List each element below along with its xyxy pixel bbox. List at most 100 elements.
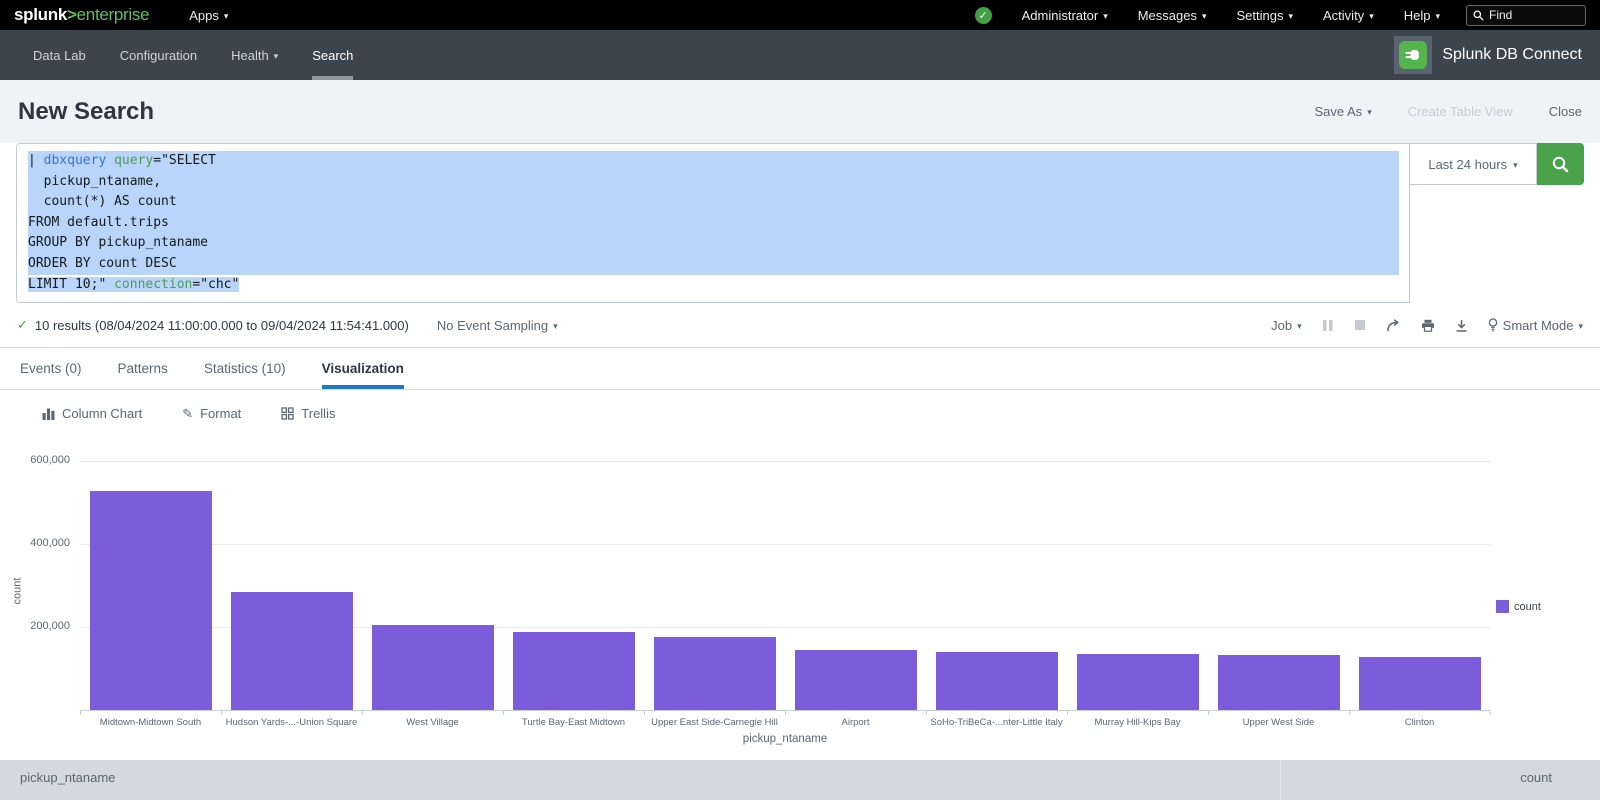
x-axis-category-label: SoHo-TriBeCa-...nter-Little Italy — [926, 717, 1067, 728]
tab-label: Statistics (10) — [204, 361, 286, 376]
run-search-button[interactable] — [1537, 143, 1584, 185]
search-query[interactable]: | dbxquery query="SELECT pickup_ntaname,… — [16, 143, 1410, 303]
chart-type-button[interactable]: Column Chart — [42, 406, 142, 421]
column-chart-icon — [42, 408, 55, 420]
export-download-button[interactable] — [1455, 319, 1468, 332]
x-axis-tick — [785, 711, 786, 715]
help-menu-label: Help — [1404, 8, 1431, 23]
close-label: Close — [1549, 104, 1582, 119]
y-axis-tick-label: 400,000 — [0, 537, 70, 549]
chart-bar[interactable] — [795, 650, 917, 710]
x-axis-tick — [1349, 711, 1350, 715]
x-axis-tick — [221, 711, 222, 715]
health-status-icon[interactable]: ✓ — [975, 7, 992, 24]
query-line: | dbxquery query="SELECT — [28, 151, 1399, 172]
page-header-actions: Save As ▾ Create Table View Close — [1314, 104, 1582, 119]
tab-visualization[interactable]: Visualization — [322, 348, 404, 389]
tab-statistics[interactable]: Statistics (10) — [204, 348, 286, 389]
administrator-menu-label: Administrator — [1022, 8, 1099, 23]
results-bar: ✓ 10 results (08/04/2024 11:00:00.000 to… — [0, 303, 1600, 348]
logo-splunk-text: splunk — [14, 5, 67, 24]
x-axis-tick — [926, 711, 927, 715]
chart-bar[interactable] — [654, 637, 776, 710]
search-icon — [1551, 155, 1570, 174]
caret-down-icon: ▾ — [1202, 12, 1207, 21]
find-search-box[interactable] — [1466, 5, 1586, 26]
apps-menu[interactable]: Apps ▾ — [189, 8, 228, 23]
results-count-text: 10 results (08/04/2024 11:00:00.000 to 0… — [35, 318, 409, 333]
gridline — [80, 544, 1490, 545]
chart-bar[interactable] — [1218, 655, 1340, 710]
x-axis-tick — [503, 711, 504, 715]
splunk-logo[interactable]: splunk>enterprise — [14, 5, 149, 25]
stop-button[interactable] — [1354, 319, 1366, 331]
find-input[interactable] — [1489, 8, 1579, 22]
caret-down-icon: ▾ — [1369, 12, 1374, 21]
y-axis-tick-label: 600,000 — [0, 454, 70, 466]
tab-patterns[interactable]: Patterns — [118, 348, 168, 389]
column-header-count[interactable]: count — [1280, 760, 1600, 800]
page-header: New Search Save As ▾ Create Table View C… — [0, 80, 1600, 143]
trellis-grid-icon — [281, 407, 294, 420]
search-mode-dropdown[interactable]: Smart Mode ▾ — [1488, 318, 1583, 333]
chart-bar[interactable] — [231, 592, 353, 710]
x-axis-title: pickup_ntaname — [80, 733, 1490, 745]
save-as-label: Save As — [1314, 104, 1362, 119]
x-axis-category-label: Upper East Side-Carnegie Hill — [644, 717, 785, 728]
format-button[interactable]: ✎ Format — [182, 406, 241, 422]
chart-bar[interactable] — [1077, 654, 1199, 710]
trellis-label: Trellis — [301, 406, 335, 421]
caret-down-icon: ▾ — [553, 322, 558, 331]
tab-label: Visualization — [322, 361, 404, 376]
nav-item-search[interactable]: Search — [295, 30, 370, 80]
job-menu[interactable]: Job ▾ — [1271, 318, 1302, 333]
visualization-toolbar: Column Chart ✎ Format Trellis — [0, 390, 1600, 437]
y-axis-title: count — [11, 578, 23, 605]
nav-item-data-lab[interactable]: Data Lab — [16, 30, 103, 80]
chart-bar[interactable] — [372, 625, 494, 710]
event-sampling-dropdown[interactable]: No Event Sampling ▾ — [437, 318, 558, 333]
administrator-menu[interactable]: Administrator ▾ — [1022, 8, 1108, 23]
tab-events[interactable]: Events (0) — [20, 348, 82, 389]
results-tabs: Events (0) Patterns Statistics (10) Visu… — [0, 348, 1600, 390]
app-identity: Splunk DB Connect — [1394, 36, 1600, 74]
chart-bar[interactable] — [1359, 657, 1481, 710]
nav-item-health[interactable]: Health ▾ — [214, 30, 295, 80]
legend-swatch — [1496, 600, 1509, 613]
create-table-view-label: Create Table View — [1408, 104, 1513, 119]
column-header-pickup-ntaname[interactable]: pickup_ntaname — [0, 760, 1280, 800]
nav-item-configuration[interactable]: Configuration — [103, 30, 214, 80]
nav-item-label: Data Lab — [33, 48, 86, 63]
lightbulb-icon — [1488, 318, 1498, 332]
x-axis-category-label: Midtown-Midtown South — [80, 717, 221, 728]
statistics-table-header: pickup_ntaname count — [0, 760, 1600, 800]
top-bar: splunk>enterprise Apps ▾ ✓ Administrator… — [0, 0, 1600, 30]
messages-menu-label: Messages — [1138, 8, 1197, 23]
caret-down-icon: ▾ — [1288, 12, 1293, 21]
help-menu[interactable]: Help ▾ — [1404, 8, 1440, 23]
x-axis-tick — [644, 711, 645, 715]
chart-legend[interactable]: count — [1496, 600, 1541, 613]
x-axis-tick — [80, 711, 81, 715]
chart-bar[interactable] — [513, 632, 635, 710]
x-axis-category-label: Upper West Side — [1208, 717, 1349, 728]
close-button[interactable]: Close — [1549, 104, 1582, 119]
x-axis-category-label: Clinton — [1349, 717, 1490, 728]
messages-menu[interactable]: Messages ▾ — [1138, 8, 1207, 23]
chart-bar[interactable] — [936, 652, 1058, 710]
trellis-button[interactable]: Trellis — [281, 406, 335, 421]
x-axis-category-label: Hudson Yards-...-Union Square — [221, 717, 362, 728]
create-table-view-button[interactable]: Create Table View — [1408, 104, 1513, 119]
query-line: count(*) AS count — [28, 192, 1399, 213]
print-button[interactable] — [1421, 319, 1435, 332]
activity-menu[interactable]: Activity ▾ — [1323, 8, 1374, 23]
event-sampling-label: No Event Sampling — [437, 318, 548, 333]
save-as-button[interactable]: Save As ▾ — [1314, 104, 1371, 119]
time-range-picker[interactable]: Last 24 hours ▾ — [1410, 143, 1537, 185]
pause-button[interactable] — [1322, 319, 1334, 332]
chart-bar[interactable] — [90, 491, 212, 710]
share-button[interactable] — [1386, 319, 1401, 332]
search-icon — [1473, 10, 1484, 21]
settings-menu[interactable]: Settings ▾ — [1237, 8, 1294, 23]
x-axis-category-label: Airport — [785, 717, 926, 728]
